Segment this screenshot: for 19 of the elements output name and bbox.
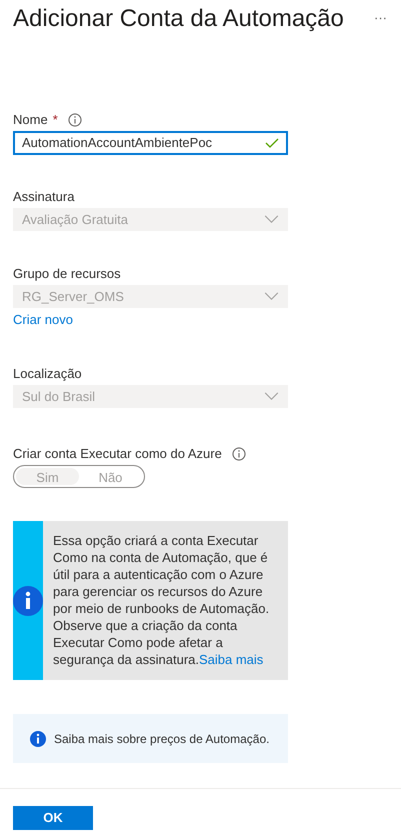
field-label: Criar conta Executar como do Azure <box>13 445 222 464</box>
info-icon <box>30 730 46 746</box>
field-label: Nome <box>13 111 48 130</box>
name-input[interactable]: AutomationAccountAmbientePoc <box>13 131 288 155</box>
chevron-down-icon <box>264 392 279 401</box>
chevron-down-icon <box>264 215 279 224</box>
required-marker: * <box>52 111 58 130</box>
field-label: Assinatura <box>13 188 74 206</box>
pricing-text: Saiba mais sobre preços de Automação. <box>54 730 270 748</box>
more-button[interactable]: ··· <box>374 8 387 28</box>
info-icon[interactable] <box>68 113 82 127</box>
chevron-down-icon <box>264 292 279 301</box>
info-icon <box>13 586 43 616</box>
field-label: Localização <box>13 365 82 384</box>
learn-more-link[interactable]: Saiba mais <box>198 652 264 667</box>
page-title: Adicionar Conta da Automação <box>13 4 344 34</box>
info-text: Essa opção criará a conta Executar Como na conta de Automação, que é útil para a autenticação com o Azure para gerenciar os recursos do Azure por meio de runbooks de Automação. Observe que a criação da conta Executar Como pode afetar a segurança da assinatura.Saiba mais <box>52 532 270 669</box>
field-label: Grupo de recursos <box>13 265 121 284</box>
ok-button[interactable]: OK <box>13 806 93 830</box>
